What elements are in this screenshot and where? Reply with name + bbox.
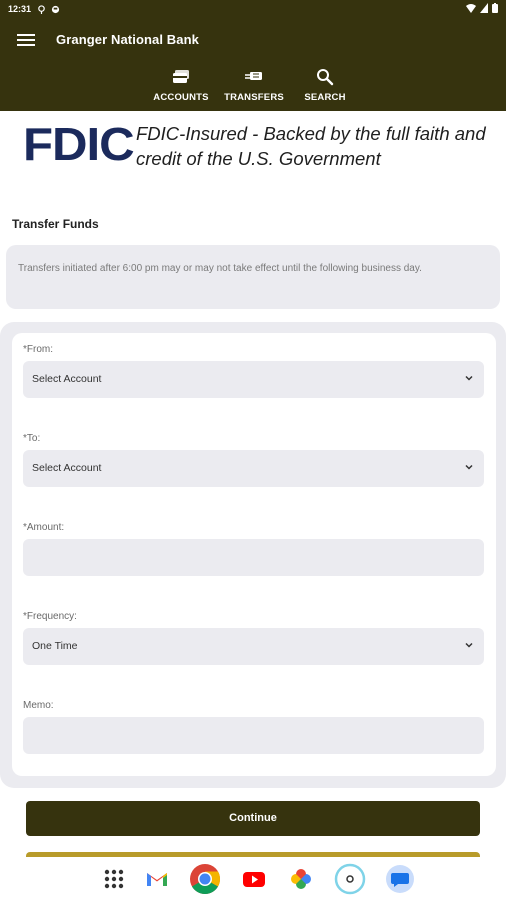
to-label: *To: [23, 433, 41, 444]
tab-search-label: SEARCH [304, 92, 346, 103]
chevron-down-icon [465, 464, 473, 470]
notice-text: Transfers initiated after 6:00 pm may or… [18, 263, 422, 274]
status-time: 12:31 [8, 4, 32, 14]
youtube-icon[interactable] [241, 866, 267, 892]
app-title: Granger National Bank [56, 32, 199, 47]
tab-transfers[interactable]: TRANSFERS [223, 68, 285, 103]
tab-transfers-label: TRANSFERS [224, 92, 284, 103]
status-bar: 12:31 [0, 0, 506, 18]
memo-label: Memo: [23, 700, 54, 711]
search-icon [317, 69, 334, 86]
from-label: *From: [23, 344, 53, 355]
fdic-banner: FDIC FDIC-Insured - Backed by the full f… [0, 111, 506, 177]
continue-button[interactable]: Continue [26, 801, 480, 836]
chrome-icon[interactable] [189, 863, 221, 895]
location-icon [38, 4, 45, 14]
to-account-value: Select Account [32, 462, 102, 474]
to-account-select[interactable]: Select Account [23, 450, 484, 487]
messages-icon[interactable] [384, 863, 416, 895]
hamburger-menu-icon[interactable] [17, 32, 35, 48]
page-title: Transfer Funds [12, 217, 99, 231]
frequency-label: *Frequency: [23, 611, 77, 622]
amount-input[interactable] [23, 539, 484, 576]
signal-icon [480, 3, 488, 13]
apps-icon[interactable] [101, 866, 127, 892]
app-screen: 12:31 Granger National Bank ACCOUNTS TRA… [0, 0, 506, 900]
tab-accounts[interactable]: ACCOUNTS [152, 68, 210, 103]
from-account-select[interactable]: Select Account [23, 361, 484, 398]
gmail-icon[interactable] [144, 866, 170, 892]
memo-input[interactable] [23, 717, 484, 754]
transfers-icon [245, 72, 262, 80]
fdic-statement: FDIC-Insured - Backed by the full faith … [136, 123, 486, 169]
transfer-notice: Transfers initiated after 6:00 pm may or… [6, 245, 500, 309]
tab-accounts-label: ACCOUNTS [153, 92, 209, 103]
frequency-value: One Time [32, 640, 78, 652]
from-account-value: Select Account [32, 373, 102, 385]
frequency-select[interactable]: One Time [23, 628, 484, 665]
accounts-card-icon [173, 70, 189, 83]
tab-search[interactable]: SEARCH [301, 68, 349, 103]
system-dock [0, 857, 506, 900]
fdic-logo: FDIC [23, 118, 135, 170]
amount-label: *Amount: [23, 522, 65, 533]
chevron-down-icon [465, 375, 473, 381]
battery-icon [492, 3, 498, 13]
app-header: Granger National Bank ACCOUNTS TRANSFERS [0, 18, 506, 111]
assistant-icon[interactable] [334, 863, 366, 895]
photos-icon[interactable] [288, 866, 314, 892]
wifi-icon [466, 4, 476, 13]
status-indicators [466, 3, 498, 13]
notification-icon [51, 5, 60, 13]
chevron-down-icon [465, 642, 473, 648]
